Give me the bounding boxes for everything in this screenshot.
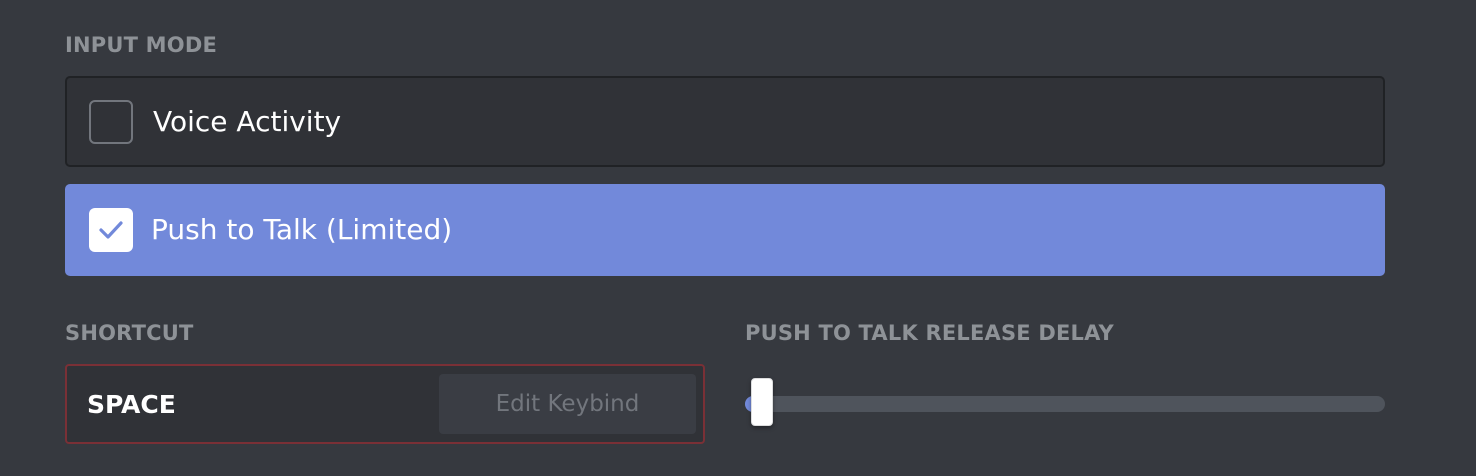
- voice-activity-checkbox[interactable]: [89, 99, 133, 144]
- shortcut-keybind-box[interactable]: SPACE Edit Keybind: [65, 364, 705, 444]
- voice-activity-label: Voice Activity: [153, 104, 342, 138]
- voice-settings-panel: INPUT MODE Voice Activity Push to Talk (…: [0, 0, 1476, 476]
- push-to-talk-label: Push to Talk (Limited): [151, 213, 453, 246]
- edit-keybind-button[interactable]: Edit Keybind: [439, 374, 696, 434]
- shortcut-key-value: SPACE: [87, 390, 176, 419]
- release-delay-slider-handle[interactable]: [751, 378, 773, 426]
- checkmark-icon: [99, 221, 123, 239]
- shortcut-label: SHORTCUT: [65, 321, 194, 345]
- release-delay-label: PUSH TO TALK RELEASE DELAY: [745, 321, 1114, 345]
- voice-activity-option[interactable]: Voice Activity: [65, 76, 1385, 167]
- push-to-talk-option[interactable]: Push to Talk (Limited): [65, 184, 1385, 276]
- push-to-talk-checkbox[interactable]: [89, 208, 133, 252]
- input-mode-label: INPUT MODE: [65, 33, 217, 57]
- release-delay-slider-track[interactable]: [745, 396, 1385, 412]
